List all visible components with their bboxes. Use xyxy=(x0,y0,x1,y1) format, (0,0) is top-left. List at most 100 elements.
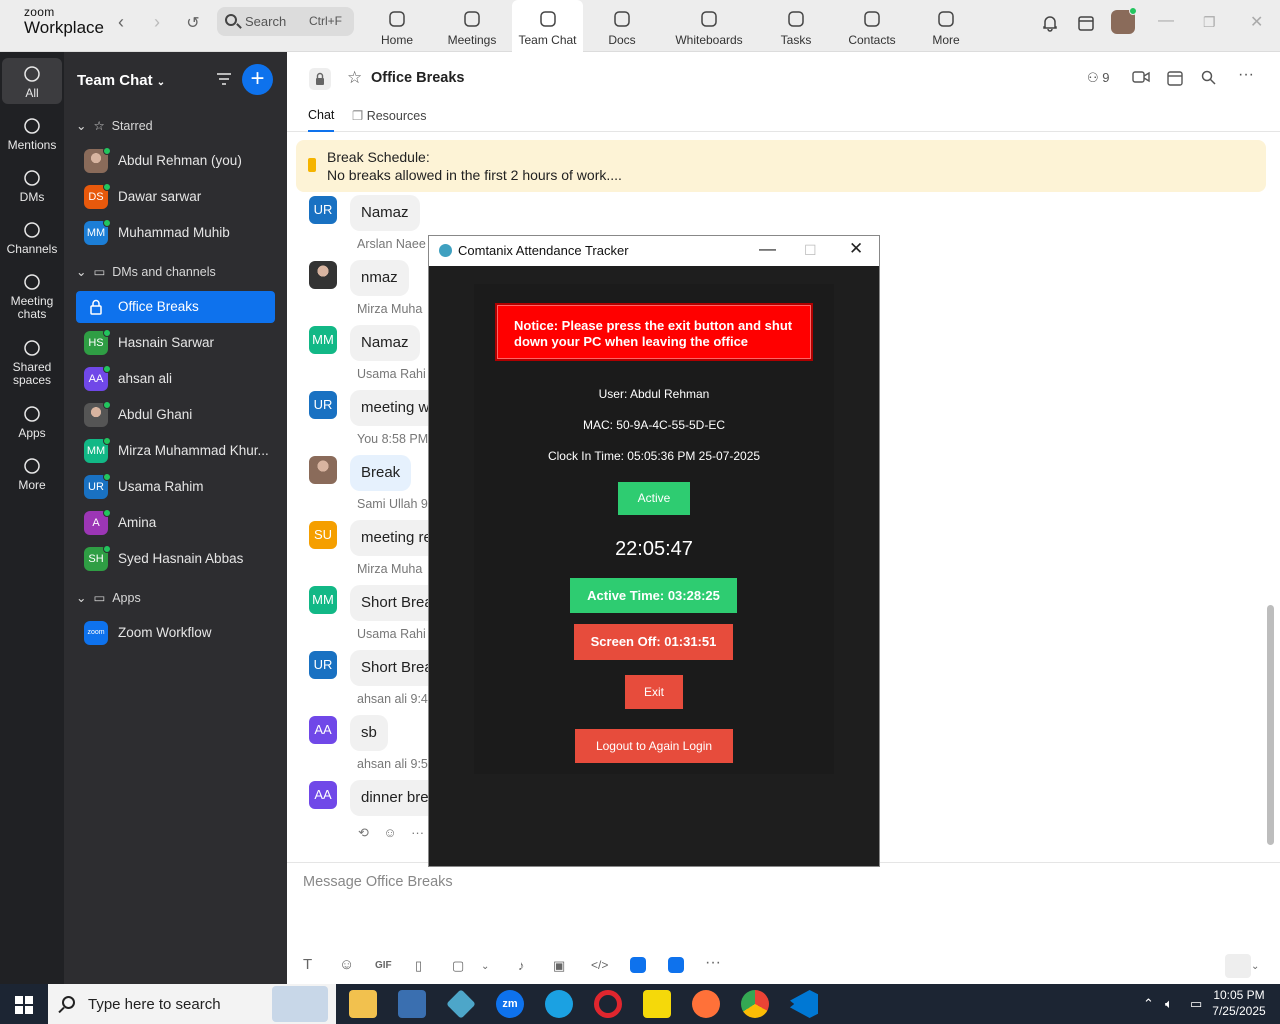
screenshot-icon[interactable]: ▢ xyxy=(452,958,464,974)
message-bubble[interactable]: nmaz xyxy=(350,260,409,296)
file-icon[interactable]: ▯ xyxy=(415,958,422,974)
sticky-notes-icon[interactable] xyxy=(643,990,671,1018)
attendance-tracker-icon[interactable] xyxy=(446,989,476,1019)
app-icon[interactable] xyxy=(630,957,646,973)
avatar[interactable] xyxy=(309,456,337,484)
sidebar-item[interactable]: Abdul Ghani xyxy=(76,399,275,431)
minimize-icon[interactable]: — xyxy=(759,239,776,259)
dms-section-header[interactable]: ⌄ ▭ DMs and channels xyxy=(76,264,216,279)
sidebar-title[interactable]: Team Chat ⌄ xyxy=(77,72,165,89)
search-icon[interactable] xyxy=(1201,70,1216,88)
window-titlebar[interactable]: Comtanix Attendance Tracker — ☐ ✕ xyxy=(429,236,879,266)
nav-tab-team-chat[interactable]: Team Chat xyxy=(512,0,583,52)
rail-item-meeting-chats[interactable]: Meeting chats xyxy=(2,266,62,326)
pinned-message[interactable]: Break Schedule: No breaks allowed in the… xyxy=(296,140,1266,192)
chevron-up-icon[interactable]: ⌃ xyxy=(1143,996,1154,1012)
filter-icon[interactable] xyxy=(216,72,232,86)
close-icon[interactable]: ✕ xyxy=(1250,12,1263,32)
avatar[interactable]: AA xyxy=(309,716,337,744)
taskbar-search[interactable]: Type here to search xyxy=(48,984,336,1024)
gif-icon[interactable]: GIF xyxy=(375,960,392,971)
sidebar-item[interactable]: DS Dawar sarwar xyxy=(76,181,275,213)
more-icon[interactable]: ··· xyxy=(705,954,721,972)
history-icon[interactable]: ↺ xyxy=(183,13,203,33)
message-bubble[interactable]: meeting w xyxy=(350,390,441,426)
opera-icon[interactable] xyxy=(594,990,622,1018)
sidebar-item[interactable]: MM Muhammad Muhib xyxy=(76,217,275,249)
more-options-icon[interactable]: ··· xyxy=(1238,66,1254,84)
bell-icon[interactable] xyxy=(1041,14,1059,35)
nav-tab-docs[interactable]: Docs xyxy=(594,0,650,52)
message-bubble[interactable]: Break xyxy=(350,455,412,491)
back-arrow-icon[interactable]: ‹ xyxy=(111,12,131,33)
more-icon[interactable]: ··· xyxy=(411,825,424,840)
nav-tab-contacts[interactable]: Contacts xyxy=(841,0,903,52)
avatar[interactable] xyxy=(309,261,337,289)
message-bubble[interactable]: dinner bre xyxy=(350,780,440,816)
avatar[interactable]: UR xyxy=(309,391,337,419)
avatar[interactable]: UR xyxy=(309,651,337,679)
sidebar-item[interactable]: Abdul Rehman (you) xyxy=(76,145,275,177)
rail-item-all[interactable]: All xyxy=(2,58,62,104)
tab-resources[interactable]: ❐ Resources xyxy=(352,108,426,123)
nav-tab-whiteboards[interactable]: Whiteboards xyxy=(671,0,747,52)
sidebar-item[interactable]: MM Mirza Muhammad Khur... xyxy=(76,435,275,467)
send-icon[interactable] xyxy=(1225,954,1251,978)
nav-tab-meetings[interactable]: Meetings xyxy=(445,0,499,52)
nav-tab-tasks[interactable]: Tasks xyxy=(763,0,829,52)
windows-start-icon[interactable] xyxy=(15,996,33,1014)
message-bubble[interactable]: Namaz xyxy=(350,325,420,361)
starred-section-header[interactable]: ⌄ ☆ Starred xyxy=(76,118,153,133)
sidebar-item[interactable]: SH Syed Hasnain Abbas xyxy=(76,543,275,575)
members-button[interactable]: ⚇ 9 xyxy=(1087,70,1110,86)
rail-item-shared-spaces[interactable]: Shared spaces xyxy=(2,332,62,392)
sidebar-item[interactable]: AA ahsan ali xyxy=(76,363,275,395)
zoom-icon[interactable]: zm xyxy=(496,990,524,1018)
rail-item-channels[interactable]: Channels xyxy=(2,214,62,260)
chevron-down-icon[interactable]: ⌄ xyxy=(481,961,489,972)
taskbar-clock[interactable]: 10:05 PM 7/25/2025 xyxy=(1200,987,1278,1019)
rail-item-mentions[interactable]: Mentions xyxy=(2,110,62,156)
reply-icon[interactable]: ⟲ xyxy=(358,825,369,840)
app-icon[interactable] xyxy=(668,957,684,973)
user-avatar[interactable] xyxy=(1111,7,1137,34)
avatar[interactable]: SU xyxy=(309,521,337,549)
search-box[interactable]: Search Ctrl+F xyxy=(217,7,354,36)
exit-button[interactable]: Exit xyxy=(625,675,683,709)
sidebar-item[interactable]: zoom Zoom Workflow xyxy=(76,617,275,649)
maximize-icon[interactable]: ☐ xyxy=(804,242,817,259)
chevron-down-icon[interactable]: ⌄ xyxy=(1251,961,1259,972)
video-call-icon[interactable] xyxy=(1132,70,1150,87)
file-explorer-icon[interactable] xyxy=(349,990,377,1018)
rail-item-apps[interactable]: Apps xyxy=(2,398,62,444)
app-icon[interactable] xyxy=(398,990,426,1018)
avatar[interactable]: MM xyxy=(309,586,337,614)
minimize-icon[interactable]: — xyxy=(1158,12,1174,30)
emoji-icon[interactable]: ☺ xyxy=(383,825,396,840)
video-message-icon[interactable]: ▣ xyxy=(553,958,565,974)
code-icon[interactable]: </> xyxy=(591,958,608,972)
forward-arrow-icon[interactable]: › xyxy=(147,12,167,33)
avatar[interactable]: MM xyxy=(309,326,337,354)
edge-icon[interactable] xyxy=(545,990,573,1018)
rail-item-dms[interactable]: DMs xyxy=(2,162,62,208)
nav-tab-home[interactable]: Home xyxy=(370,0,424,52)
emoji-icon[interactable]: ☺ xyxy=(339,956,354,973)
channel-title[interactable]: Office Breaks xyxy=(371,70,465,86)
chrome-icon[interactable] xyxy=(741,990,769,1018)
apps-section-header[interactable]: ⌄ ▭ Apps xyxy=(76,590,141,605)
sidebar-item[interactable]: HS Hasnain Sarwar xyxy=(76,327,275,359)
firefox-icon[interactable] xyxy=(692,990,720,1018)
rail-item-more[interactable]: More xyxy=(2,450,62,496)
scrollbar[interactable] xyxy=(1267,605,1274,845)
vscode-icon[interactable] xyxy=(790,990,818,1018)
tab-chat[interactable]: Chat xyxy=(308,108,335,132)
close-icon[interactable]: ✕ xyxy=(849,239,863,259)
star-icon[interactable]: ☆ xyxy=(347,68,362,88)
add-button[interactable]: + xyxy=(242,64,273,95)
speaker-icon[interactable]: 🔈︎ xyxy=(1165,996,1173,1012)
microphone-icon[interactable]: ♪ xyxy=(518,958,525,973)
calendar-icon[interactable] xyxy=(1167,70,1183,89)
sidebar-item[interactable]: UR Usama Rahim xyxy=(76,471,275,503)
text-format-icon[interactable]: T xyxy=(303,956,312,973)
